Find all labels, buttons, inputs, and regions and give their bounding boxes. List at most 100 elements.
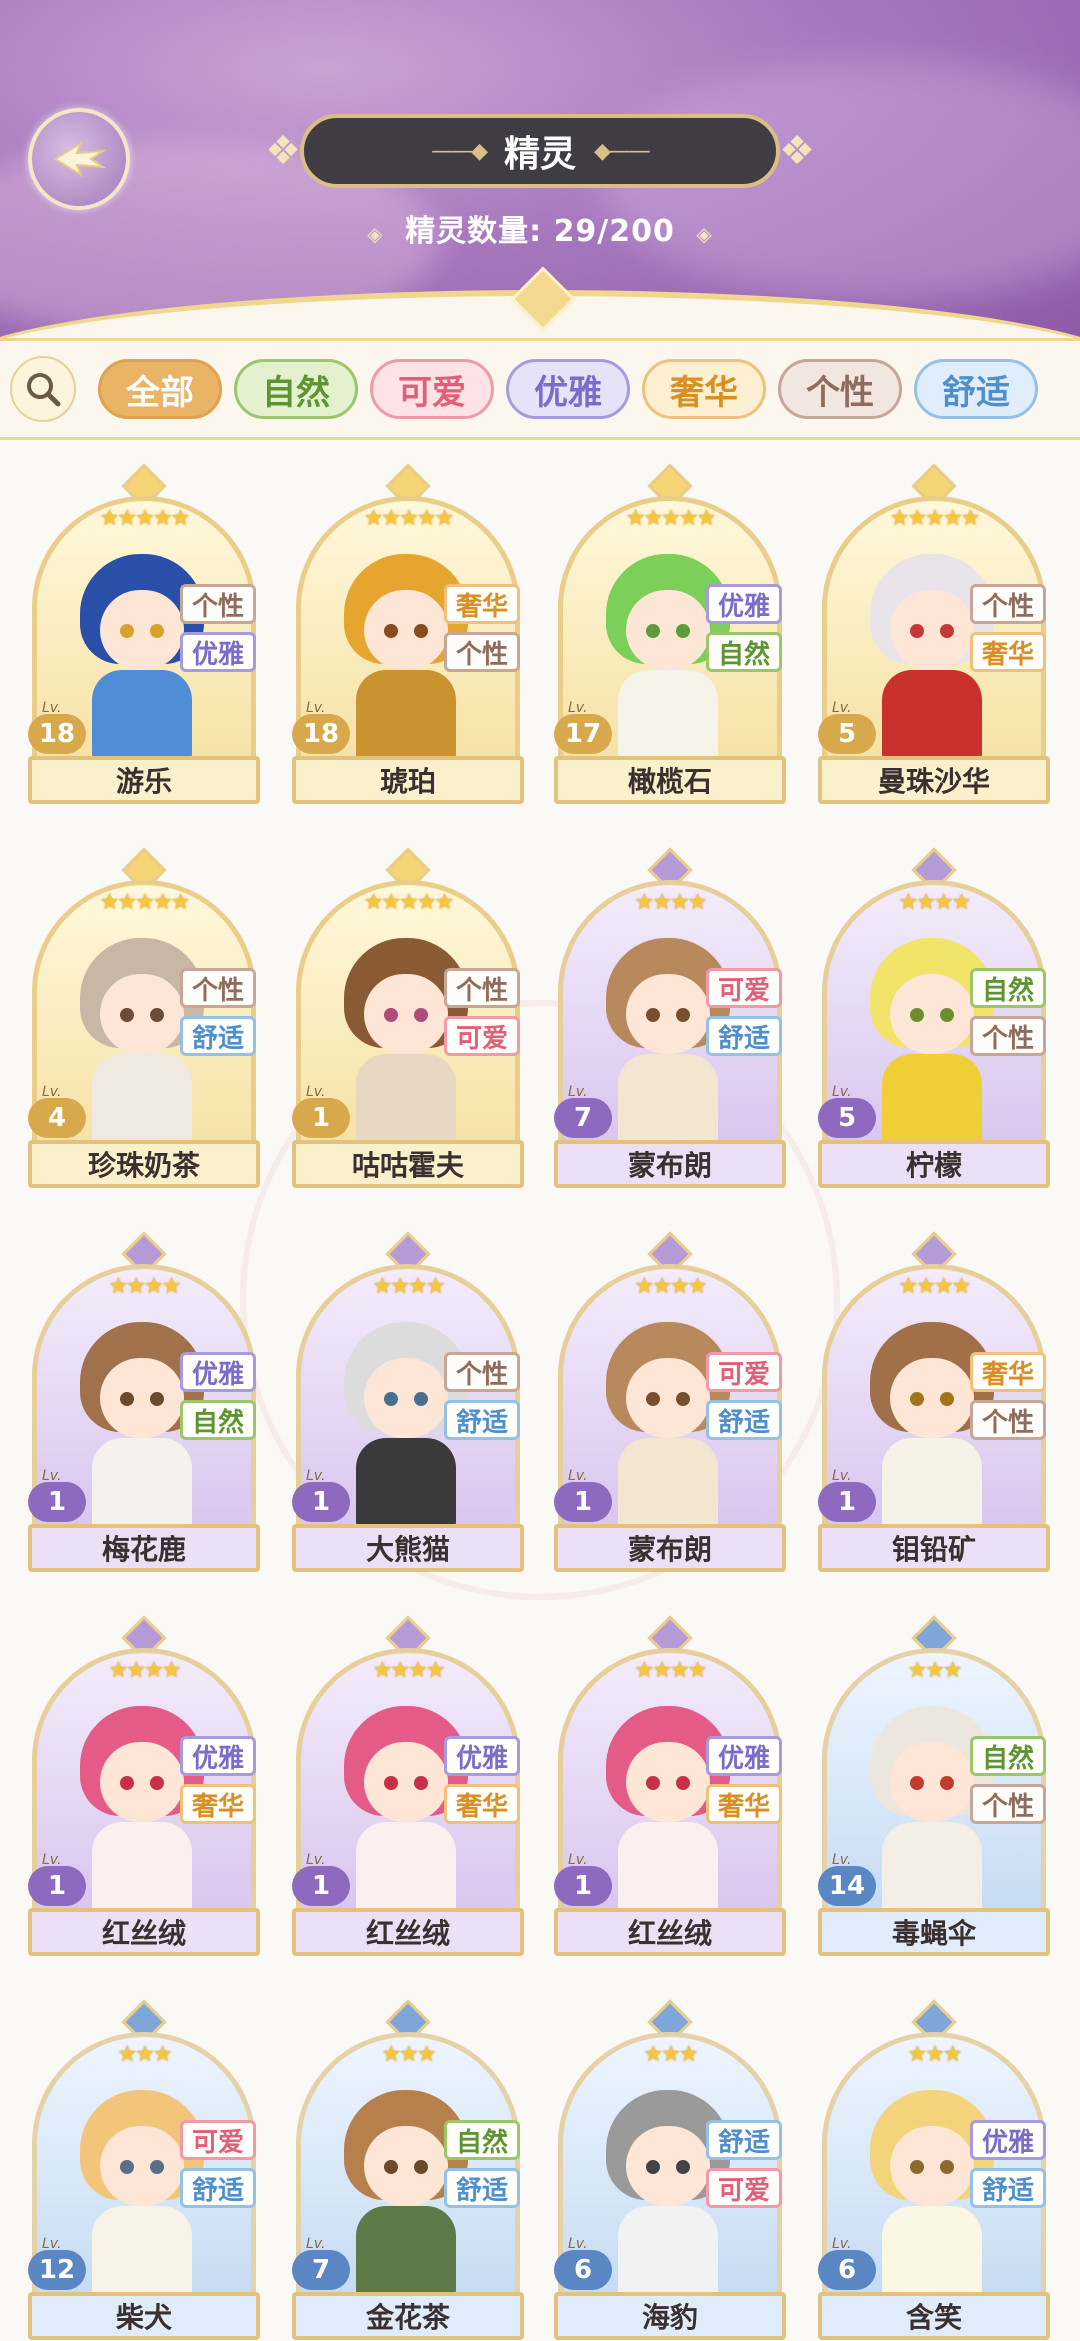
spirit-name: 蒙布朗 xyxy=(554,1524,786,1572)
level-badge: Lv. 18 xyxy=(292,700,354,756)
trait-tag: 优雅 xyxy=(706,1736,782,1776)
trait-tag: 舒适 xyxy=(444,2168,520,2208)
level-badge: Lv. 1 xyxy=(28,1852,90,1908)
spirit-card[interactable]: ★★★★ 优雅 奢华 Lv. 1 红丝绒 xyxy=(28,1612,260,1957)
trait-tag: 奢华 xyxy=(444,1784,520,1824)
rarity-stars: ★★★ xyxy=(643,2042,698,2067)
search-icon xyxy=(27,373,61,407)
trait-tag: 奢华 xyxy=(970,1352,1046,1392)
spirit-name: 金花茶 xyxy=(292,2292,524,2340)
level-value: 17 xyxy=(554,714,612,754)
level-badge: Lv. 18 xyxy=(28,700,90,756)
spirit-card[interactable]: ★★★★★ 奢华 个性 Lv. 18 琥珀 xyxy=(292,460,524,805)
spirit-card[interactable]: ★★★★ 可爱 舒适 Lv. 7 蒙布朗 xyxy=(554,844,786,1189)
spirit-card[interactable]: ★★★ 优雅 舒适 Lv. 6 含笑 xyxy=(818,1996,1050,2341)
rarity-stars: ★★★★ xyxy=(634,1658,708,1683)
spirit-name: 红丝绒 xyxy=(28,1908,260,1956)
rarity-stars: ★★★★ xyxy=(634,1274,708,1299)
spirit-card[interactable]: ★★★★ 优雅 奢华 Lv. 1 红丝绒 xyxy=(292,1612,524,1957)
spirit-card[interactable]: ★★★ 舒适 可爱 Lv. 6 海豹 xyxy=(554,1996,786,2341)
spirit-name: 游乐 xyxy=(28,756,260,804)
spirit-card[interactable]: ★★★ 可爱 舒适 Lv. 12 柴犬 xyxy=(28,1996,260,2341)
filter-tab[interactable]: 个性 xyxy=(778,359,902,419)
filter-tab[interactable]: 可爱 xyxy=(370,359,494,419)
level-badge: Lv. 1 xyxy=(554,1468,616,1524)
spirit-card[interactable]: ★★★★ 优雅 奢华 Lv. 1 红丝绒 xyxy=(554,1612,786,1957)
level-badge: Lv. 1 xyxy=(292,1084,354,1140)
level-badge: Lv. 1 xyxy=(554,1852,616,1908)
rarity-stars: ★★★★ xyxy=(372,1658,446,1683)
spirit-name: 柴犬 xyxy=(28,2292,260,2340)
filter-tab[interactable]: 优雅 xyxy=(506,359,630,419)
search-button[interactable] xyxy=(10,356,76,422)
level-value: 1 xyxy=(28,1482,86,1522)
trait-tag: 奢华 xyxy=(706,1784,782,1824)
trait-tag: 自然 xyxy=(706,632,782,672)
rarity-stars: ★★★ xyxy=(381,2042,436,2067)
filter-tab[interactable]: 舒适 xyxy=(914,359,1038,419)
spirit-card[interactable]: ★★★★★ 个性 优雅 Lv. 18 游乐 xyxy=(28,460,260,805)
spirit-card[interactable]: ★★★★ 奢华 个性 Lv. 1 钼铅矿 xyxy=(818,1228,1050,1573)
spirit-card[interactable]: ★★★★★ 个性 奢华 Lv. 5 曼珠沙华 xyxy=(818,460,1050,805)
spirit-name: 琥珀 xyxy=(292,756,524,804)
spirit-name: 橄榄石 xyxy=(554,756,786,804)
level-value: 1 xyxy=(292,1098,350,1138)
level-value: 1 xyxy=(554,1482,612,1522)
spirit-card[interactable]: ★★★★ 可爱 舒适 Lv. 1 蒙布朗 xyxy=(554,1228,786,1573)
spirit-name: 梅花鹿 xyxy=(28,1524,260,1572)
title-plate: ——◆ 精灵 ◆—— xyxy=(300,114,780,188)
level-badge: Lv. 5 xyxy=(818,1084,880,1140)
level-value: 5 xyxy=(818,1098,876,1138)
spirit-name: 钼铅矿 xyxy=(818,1524,1050,1572)
rarity-stars: ★★★★★ xyxy=(625,506,717,531)
spirit-card[interactable]: ★★★ 自然 个性 Lv. 14 毒蝇伞 xyxy=(818,1612,1050,1957)
level-value: 6 xyxy=(554,2250,612,2290)
back-arrow-icon xyxy=(53,140,107,178)
filter-tab[interactable]: 奢华 xyxy=(642,359,766,419)
rarity-stars: ★★★★★ xyxy=(363,890,455,915)
filter-tab[interactable]: 自然 xyxy=(234,359,358,419)
rarity-stars: ★★★ xyxy=(117,2042,172,2067)
level-value: 1 xyxy=(292,1482,350,1522)
spirit-card[interactable]: ★★★★ 优雅 自然 Lv. 1 梅花鹿 xyxy=(28,1228,260,1573)
filter-tab[interactable]: 全部 xyxy=(98,359,222,419)
count-deco-icon: ◈ xyxy=(367,222,384,246)
rarity-stars: ★★★ xyxy=(907,1658,962,1683)
rarity-stars: ★★★★★ xyxy=(99,890,191,915)
trait-tag: 优雅 xyxy=(706,584,782,624)
filter-bar: 全部 自然 可爱 优雅 奢华 个性 舒适 xyxy=(0,338,1080,440)
level-value: 1 xyxy=(292,1866,350,1906)
trait-tag: 可爱 xyxy=(706,2168,782,2208)
level-value: 7 xyxy=(554,1098,612,1138)
trait-tag: 舒适 xyxy=(970,2168,1046,2208)
spirit-count-value: 29/200 xyxy=(553,214,675,249)
spirit-card[interactable]: ★★★★★ 优雅自然 Lv. 17 橄榄石 xyxy=(554,460,786,805)
spirit-card[interactable]: ★★★★★ 个性 可爱 Lv. 1 咕咕霍夫 xyxy=(292,844,524,1189)
level-badge: Lv. 1 xyxy=(28,1468,90,1524)
spirit-name: 咕咕霍夫 xyxy=(292,1140,524,1188)
level-badge: Lv. 1 xyxy=(292,1852,354,1908)
rarity-stars: ★★★★ xyxy=(108,1658,182,1683)
level-value: 7 xyxy=(292,2250,350,2290)
trait-tag: 奢华 xyxy=(180,1784,256,1824)
count-deco-icon: ◈ xyxy=(696,222,713,246)
trait-tag: 舒适 xyxy=(706,2120,782,2160)
spirit-card[interactable]: ★★★★ 个性 舒适 Lv. 1 大熊猫 xyxy=(292,1228,524,1573)
trait-tag: 个性 xyxy=(444,968,520,1008)
level-value: 4 xyxy=(28,1098,86,1138)
rarity-stars: ★★★★ xyxy=(898,890,972,915)
spirit-card[interactable]: ★★★★ 自然 个性 Lv. 5 柠檬 xyxy=(818,844,1050,1189)
header: ❖ ❖ ——◆ 精灵 ◆—— ◈ 精灵数量: 29/200 ◈ xyxy=(0,0,1080,340)
filter-tabs: 全部 自然 可爱 优雅 奢华 个性 舒适 xyxy=(98,359,1050,419)
level-badge: Lv. 17 xyxy=(554,700,616,756)
trait-tag: 舒适 xyxy=(706,1400,782,1440)
spirit-count: ◈ 精灵数量: 29/200 ◈ xyxy=(0,206,1080,250)
spirit-card[interactable]: ★★★★★ 个性 舒适 Lv. 4 珍珠奶茶 xyxy=(28,844,260,1189)
trait-tag: 个性 xyxy=(970,1400,1046,1440)
trait-tag: 舒适 xyxy=(444,1400,520,1440)
spirit-name: 大熊猫 xyxy=(292,1524,524,1572)
spirit-name: 海豹 xyxy=(554,2292,786,2340)
spirit-card[interactable]: ★★★ 自然 舒适 Lv. 7 金花茶 xyxy=(292,1996,524,2341)
back-button[interactable] xyxy=(28,108,130,210)
spirit-name: 蒙布朗 xyxy=(554,1140,786,1188)
